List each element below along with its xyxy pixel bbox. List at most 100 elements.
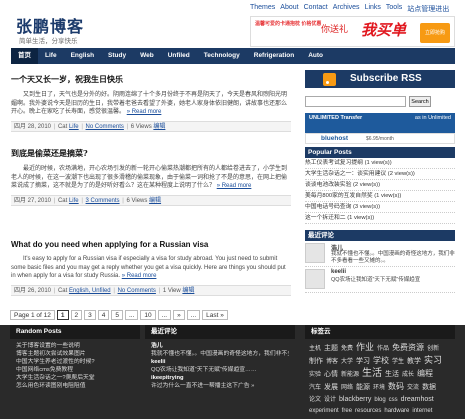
popular-post[interactable]: 美每月800家的互发自然奖 (1 view(s)) — [305, 191, 455, 202]
footer-random-post[interactable]: 关于博客设置的一些说明 — [16, 342, 134, 350]
tag-link[interactable]: 制作 — [309, 356, 323, 367]
footer-comment-author[interactable]: ikeepitrying — [151, 374, 289, 382]
tag-link[interactable]: 论文 — [309, 395, 321, 406]
post-title[interactable]: 一个天又长一岁，祝我生日快乐 — [11, 74, 291, 85]
footer-random-post[interactable]: 怎么用色环读图别电阻阻值 — [16, 382, 134, 390]
tag-link[interactable]: 主机 — [309, 344, 321, 355]
tag-link[interactable]: 网络 — [341, 383, 353, 394]
tag-link[interactable]: 创新 — [427, 344, 439, 355]
nav-study[interactable]: Study — [101, 48, 133, 64]
page-last[interactable]: Last » — [202, 310, 228, 320]
post-edit-link[interactable]: 编辑 — [182, 288, 194, 294]
tag-link[interactable]: 大学 — [341, 357, 353, 368]
tag-link[interactable]: 学校 — [373, 355, 389, 366]
top-link-admin[interactable]: 站点管理进出 — [407, 4, 449, 14]
popular-post[interactable]: 大学生活杂话之一：谈实用建议 (2 view(s)) — [305, 169, 455, 180]
footer-random-post[interactable]: 中国大学生养老过渡性的时候? — [16, 358, 134, 366]
popular-post[interactable]: 这一个拆迁和二 (1 view(s)) — [305, 213, 455, 224]
tag-link[interactable]: 主题 — [324, 343, 338, 354]
top-link-links[interactable]: Links — [365, 4, 381, 14]
tag-link[interactable]: hardware — [384, 406, 409, 417]
site-title[interactable]: 张鹏博客 — [16, 13, 84, 37]
tag-link[interactable]: 数码 — [388, 381, 404, 392]
nav-unfiled[interactable]: Unfiled — [161, 48, 197, 64]
nav-life[interactable]: Life — [38, 48, 64, 64]
tag-link[interactable]: 编程 — [417, 368, 433, 379]
footer-random-post[interactable]: 博客主题初次尝试效果图片 — [16, 350, 134, 358]
tag-link[interactable]: 博客 — [326, 357, 338, 368]
post-category[interactable]: Life — [69, 124, 79, 130]
tag-link[interactable]: 作品 — [377, 344, 389, 355]
comment-text[interactable]: 我就不懂也不懂。。中国漫画的奇怪这地方，我们非不多看看一些又摊的。。 — [331, 251, 455, 265]
nav-auto[interactable]: Auto — [301, 48, 330, 64]
top-link-themes[interactable]: Themes — [250, 4, 275, 14]
post-category[interactable]: English, Unfiled — [69, 288, 111, 294]
post-comments[interactable]: 3 Comments — [86, 198, 120, 204]
nav-refrigeration[interactable]: Refrigeration — [247, 48, 301, 64]
tag-link[interactable]: experiment — [309, 406, 339, 417]
popular-post[interactable]: 热工仪表考试复习提纲 (1 view(s)) — [305, 158, 455, 169]
banner-ad[interactable]: 温馨可爱的卡通抱枕 价格优惠 你送礼 我买单 立即抢购 — [250, 16, 455, 47]
read-more-link[interactable]: » Read more — [217, 183, 252, 189]
footer-random-post[interactable]: 中国网络cms免费教程 — [16, 366, 134, 374]
top-link-tools[interactable]: Tools — [386, 4, 402, 14]
footer-comment-text[interactable]: QQ农场让我知道”天下无赋”传媒趋宣…… — [151, 366, 289, 374]
tag-link[interactable]: 生活 — [362, 368, 382, 379]
tag-link[interactable]: 汽车 — [309, 383, 321, 394]
post-title[interactable]: 到底是偷菜还是摘菜? — [11, 148, 291, 159]
tag-link[interactable]: resources — [355, 406, 381, 417]
popular-post[interactable]: 中国电话号码查询 (3 view(s)) — [305, 202, 455, 213]
bluehost-ad-strip[interactable]: bluehost $6.95/month — [305, 133, 455, 144]
top-link-contact[interactable]: Contact — [304, 4, 328, 14]
nav-home[interactable]: 首页 — [11, 48, 38, 64]
popular-post[interactable]: 谈谈电池改装实验 (2 view(s)) — [305, 180, 455, 191]
tag-link[interactable]: blog — [374, 395, 385, 406]
page-link[interactable]: 4 — [97, 310, 110, 320]
tag-link[interactable]: 实习 — [424, 355, 442, 366]
tag-link[interactable]: 环境 — [373, 383, 385, 394]
top-link-about[interactable]: About — [280, 4, 298, 14]
page-next[interactable]: » — [173, 310, 185, 320]
tag-link[interactable]: internet — [412, 406, 432, 417]
tag-link[interactable]: 心情 — [324, 369, 338, 380]
page-link[interactable]: 3 — [84, 310, 96, 320]
comment-author[interactable]: keelii — [331, 269, 346, 275]
nav-web[interactable]: Web — [133, 48, 161, 64]
tag-link[interactable]: 设计 — [324, 395, 336, 406]
footer-comment-text[interactable]: 许过为什么一直不进一帮播主这下广告 » — [151, 382, 289, 390]
tag-link[interactable]: free — [342, 406, 352, 417]
page-link[interactable]: 5 — [111, 310, 123, 320]
post-category[interactable]: Life — [69, 198, 79, 204]
subscribe-rss[interactable]: Subscribe RSS — [305, 70, 455, 88]
tag-link[interactable]: 作业 — [356, 342, 374, 353]
tag-link[interactable]: 成长 — [402, 370, 414, 381]
tag-link[interactable]: 数据 — [422, 382, 436, 393]
tag-link[interactable]: 教学 — [407, 356, 421, 367]
page-link[interactable]: 2 — [70, 310, 83, 320]
tag-link[interactable]: 免费资源 — [392, 342, 424, 353]
footer-comment-text[interactable]: 我就不懂也不懂。。中国漫画的奇怪这地方，我们非不多看看一些又 — [151, 350, 289, 358]
post-comments[interactable]: No Comments — [118, 288, 156, 294]
tag-link[interactable]: css — [389, 395, 398, 406]
tag-link[interactable]: 学生 — [392, 357, 404, 368]
tag-link[interactable]: dreamhost — [401, 394, 434, 405]
footer-random-post[interactable]: 大学生活杂话之一?爬爬后天堂 — [16, 374, 134, 382]
page-link[interactable]: 10 — [140, 310, 156, 320]
nav-english[interactable]: English — [64, 48, 101, 64]
top-link-archives[interactable]: Archives — [333, 4, 360, 14]
post-title[interactable]: What do you need when applying for a Rus… — [11, 240, 291, 249]
post-edit-link[interactable]: 编辑 — [149, 198, 161, 204]
footer-comment-author[interactable]: 浩儿 — [151, 342, 289, 350]
post-comments[interactable]: No Comments — [86, 124, 124, 130]
bluehost-ad[interactable]: UNLIMITED Transfer as in Unlimited — [305, 113, 455, 133]
tag-link[interactable]: 能源 — [356, 382, 370, 393]
nav-technology[interactable]: Technology — [197, 48, 247, 64]
tag-link[interactable]: 生活 — [385, 369, 399, 380]
comment-text[interactable]: QQ农场让我知道”天下无赋”传媒趋宣 — [331, 277, 455, 284]
read-more-link[interactable]: » Read more — [122, 273, 157, 279]
search-input[interactable] — [305, 96, 406, 107]
tag-link[interactable]: blackberry — [339, 394, 371, 405]
tag-link[interactable]: 交流 — [407, 383, 419, 394]
tag-link[interactable]: 免费 — [341, 344, 353, 355]
tag-link[interactable]: 新能源 — [341, 370, 359, 381]
